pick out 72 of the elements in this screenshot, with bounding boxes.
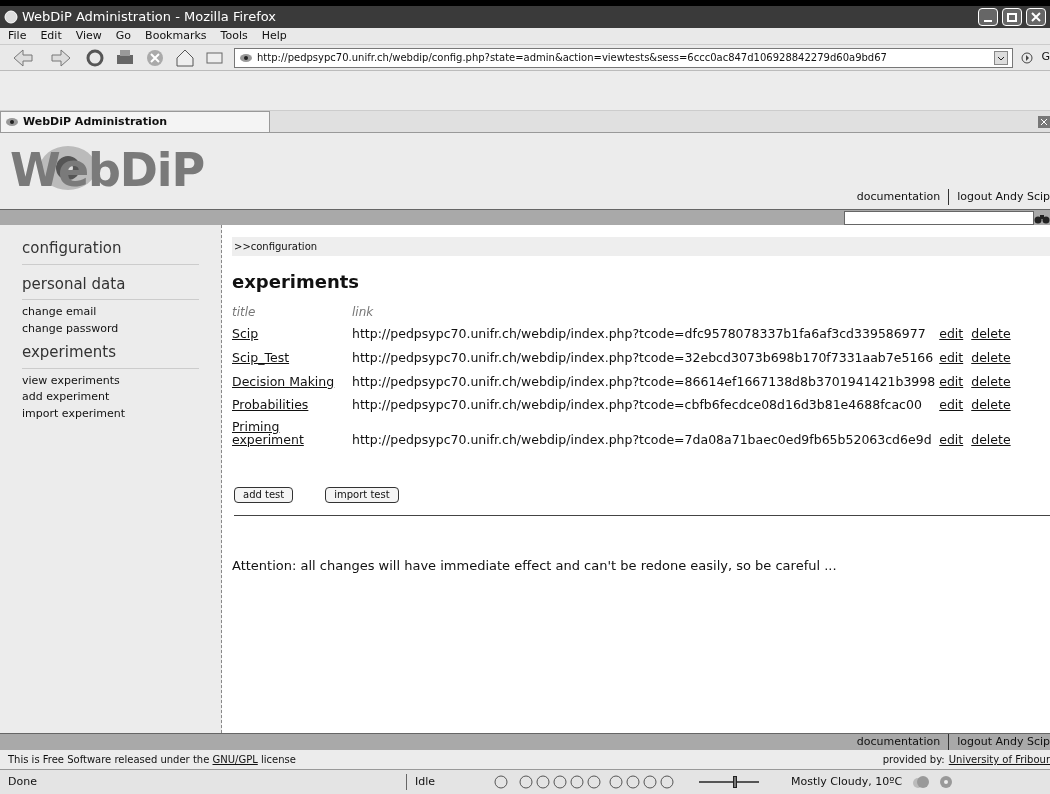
attention-text: Attention: all changes will have immediate effect and can't be redone easily, so be careful ...: [232, 556, 838, 575]
breadcrumb: >>configuration: [232, 237, 1050, 256]
close-icon: [1031, 12, 1041, 22]
delete-link[interactable]: delete: [971, 432, 1011, 447]
close-button[interactable]: [1026, 8, 1046, 26]
sidebar-link[interactable]: import experiment: [22, 405, 199, 422]
edit-link[interactable]: edit: [939, 397, 964, 413]
delete-link[interactable]: delete: [971, 397, 1011, 413]
volume-slider[interactable]: [699, 776, 759, 788]
sidebar-link[interactable]: change password: [22, 320, 199, 337]
table-cell: http://pedpsypc70.unifr.ch/webdip/index.php?tcode=dfc9578078337b1fa6af3cd339586977: [352, 326, 926, 341]
menu-item[interactable]: File: [8, 27, 27, 45]
edit-link[interactable]: edit: [939, 373, 964, 389]
experiment-link[interactable]: Probabilities: [232, 398, 348, 412]
action-button[interactable]: import test: [325, 486, 399, 503]
logo: WebDiP: [10, 147, 204, 193]
maximize-icon: [1007, 12, 1017, 22]
sidebar-link[interactable]: add experiment: [22, 389, 199, 406]
cloud-icon: [910, 774, 931, 790]
minimize-icon: [984, 20, 992, 22]
column-header: link: [352, 304, 375, 321]
edit-link[interactable]: edit: [939, 349, 964, 365]
eye-icon: [5, 116, 19, 128]
sidebar-link[interactable]: view experiments: [22, 372, 199, 389]
weather-text: Mostly Cloudy, 10ºC: [791, 773, 903, 790]
menu-item[interactable]: Tools: [220, 27, 248, 45]
close-tab-icon[interactable]: [1038, 116, 1050, 128]
sidebar-heading[interactable]: experiments: [22, 341, 199, 369]
menu-item[interactable]: Help: [261, 27, 287, 45]
edit-link[interactable]: edit: [939, 326, 964, 341]
table-cell: http://pedpsypc70.unifr.ch/webdip/index.php?tcode=86614ef1667138d8b3701941421b3998: [352, 373, 936, 389]
sidebar-heading[interactable]: personal data: [22, 272, 199, 300]
delete-link[interactable]: delete: [971, 373, 1011, 389]
header-link[interactable]: documentation: [856, 188, 941, 205]
go-button[interactable]: G: [1041, 49, 1050, 66]
eye-icon: [239, 51, 253, 64]
menu-item[interactable]: Edit: [40, 27, 62, 45]
window-title: WebDiP Administration - Mozilla Firefox: [22, 8, 277, 27]
experiment-link[interactable]: Decision Making: [232, 374, 348, 388]
page-heading: experiments: [232, 270, 361, 294]
sidebar-heading[interactable]: configuration: [22, 237, 199, 265]
table-cell: http://pedpsypc70.unifr.ch/webdip/index.php?tcode=cbfb6fecdce08d16d3b81e4688fcac00: [352, 397, 922, 413]
table-cell: http://pedpsypc70.unifr.ch/webdip/index.php?tcode=32ebcd3073b698b170f7331aab7e5166: [352, 349, 934, 365]
menu-item[interactable]: Go: [115, 27, 132, 45]
license-text: This is Free Software released under the GNU/GPL license: [8, 753, 296, 767]
table-cell: http://pedpsypc70.unifr.ch/webdip/index.php?tcode=7da08a71baec0ed9fb65b52063cd6e9d: [352, 432, 932, 447]
column-header: title: [232, 303, 352, 325]
experiment-link[interactable]: Priming experiment: [232, 420, 348, 446]
volume-thumb[interactable]: [732, 776, 737, 788]
experiment-link[interactable]: Scip_Test: [232, 350, 348, 364]
minimize-button[interactable]: [978, 8, 998, 26]
experiment-link[interactable]: Scip: [232, 327, 348, 340]
action-button[interactable]: add test: [234, 486, 294, 503]
search-field[interactable]: [844, 210, 1034, 225]
edit-link[interactable]: edit: [939, 432, 964, 447]
menu-item[interactable]: View: [75, 27, 102, 45]
browser-tab[interactable]: WebDiP Administration: [0, 111, 270, 132]
provided-label: provided by:: [882, 753, 945, 767]
address-field[interactable]: http://pedpsypc70.unifr.ch/webdip/config.php?state=admin&action=viewtests&sess=6ccc0ac847d106928842279d60a9bd67: [234, 47, 1014, 68]
firefox-icon: [4, 10, 18, 24]
dropdown-icon[interactable]: [994, 50, 1009, 65]
footer-link[interactable]: documentation: [856, 733, 941, 751]
maximize-button[interactable]: [1002, 8, 1022, 26]
delete-link[interactable]: delete: [971, 326, 1011, 341]
header-link[interactable]: logout Andy Scip: [948, 188, 1050, 205]
sidebar-link[interactable]: change email: [22, 304, 199, 321]
go-icon[interactable]: [1021, 51, 1034, 64]
delete-link[interactable]: delete: [971, 349, 1011, 365]
license-link[interactable]: GNU/GPL: [212, 754, 258, 765]
university-link[interactable]: University of Fribour: [948, 752, 1050, 767]
status-text: Done: [7, 773, 38, 790]
menu-item[interactable]: Bookmarks: [145, 27, 207, 45]
